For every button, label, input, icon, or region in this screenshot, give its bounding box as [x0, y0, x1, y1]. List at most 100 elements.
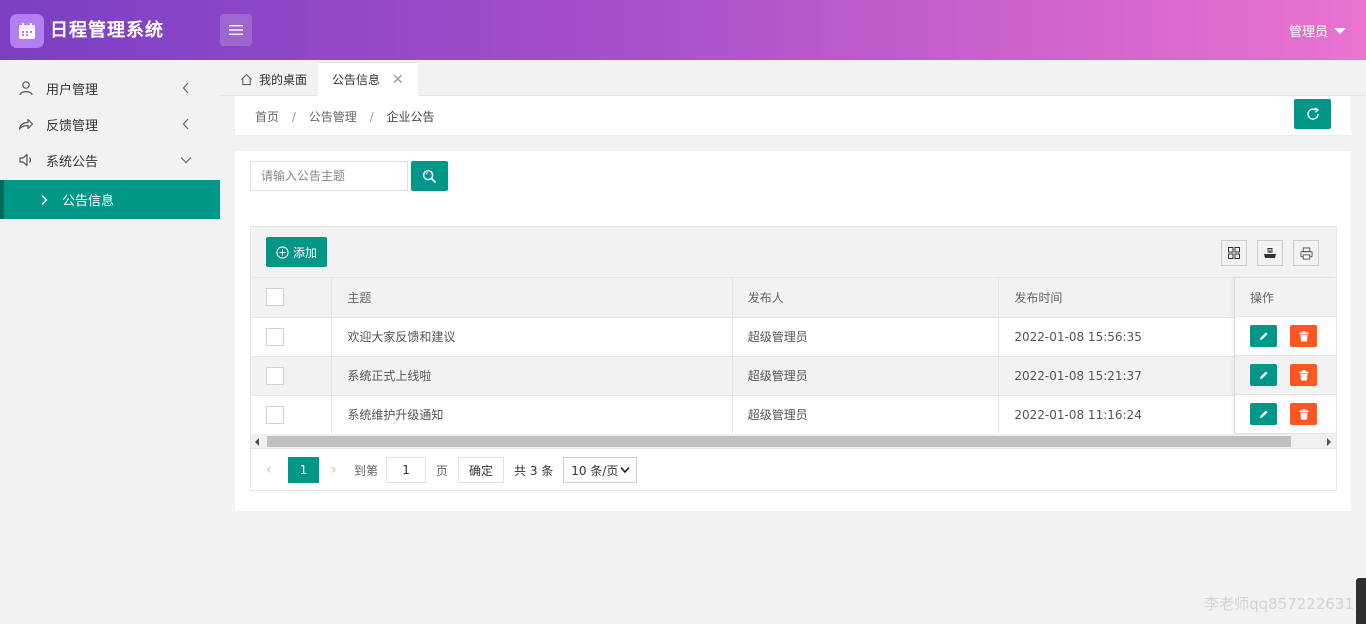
table-header-row: 主题 发布人 发布时间 — [251, 278, 1336, 318]
edit-button[interactable] — [1250, 325, 1277, 347]
cell-publisher: 超级管理员 — [732, 317, 1000, 357]
app-title: 日程管理系统 — [50, 20, 164, 41]
table-row[interactable]: 欢迎大家反馈和建议 超级管理员 2022-01-08 15:56:35 — [251, 317, 1336, 357]
sidebar-item-label: 反馈管理 — [46, 118, 99, 134]
breadcrumb-bar: 首页 / 公告管理 / 企业公告 — [235, 96, 1351, 136]
corner-widget — [1356, 578, 1366, 624]
goto-page-input[interactable] — [386, 457, 427, 483]
page-button-current[interactable]: 1 — [288, 457, 319, 483]
export-icon — [1264, 248, 1276, 258]
sidebar: 用户管理 反馈管理 系统公告 公告信息 — [0, 60, 220, 624]
user-name: 管理员 — [1288, 25, 1328, 40]
prev-page-icon[interactable]: ‹ — [266, 462, 286, 478]
tab-active-label: 公告信息 — [332, 73, 381, 87]
column-header-publisher[interactable]: 发布人 — [732, 278, 1000, 318]
column-header-title[interactable]: 主题 — [331, 278, 733, 318]
trash-icon — [1299, 369, 1308, 380]
breadcrumb-item-current: 企业公告 — [386, 110, 435, 124]
edit-button[interactable] — [1250, 403, 1277, 425]
trash-icon — [1299, 330, 1308, 341]
row-checkbox[interactable] — [266, 327, 284, 346]
page-size-value: 10 条/页 — [571, 463, 619, 478]
table-toolbar: 添加 — [251, 227, 1336, 278]
actions-column: 操作 — [1235, 278, 1336, 434]
cell-title: 系统维护升级通知 — [331, 395, 733, 435]
cell-title: 欢迎大家反馈和建议 — [331, 317, 733, 357]
pencil-icon — [1259, 332, 1267, 340]
cell-title: 系统正式上线啦 — [331, 356, 733, 396]
breadcrumb-item-home[interactable]: 首页 — [255, 110, 279, 124]
columns-filter-button[interactable] — [1221, 240, 1247, 266]
watermark: 李老师qq857222631 — [1204, 595, 1354, 613]
print-button[interactable] — [1293, 240, 1319, 266]
pagination: ‹ 1 › 到第 页 确定 共 3 条 10 条/页 — [251, 450, 1336, 490]
calendar-icon — [10, 14, 44, 48]
scrollbar-thumb[interactable] — [267, 436, 1291, 447]
column-header-time[interactable]: 发布时间 — [998, 278, 1236, 318]
table-row[interactable]: 系统正式上线啦 超级管理员 2022-01-08 15:21:37 — [251, 356, 1336, 396]
goto-label: 到第 — [354, 463, 379, 478]
sidebar-item-label: 用户管理 — [46, 82, 99, 98]
announcement-table: 主题 发布人 发布时间 欢迎大家反馈和建议 超级管理员 2022-01-08 1… — [251, 278, 1336, 435]
main-card: 添加 — [235, 151, 1351, 511]
delete-button[interactable] — [1290, 403, 1317, 425]
row-select-cell — [251, 317, 333, 357]
row-checkbox[interactable] — [266, 366, 284, 385]
select-all-cell — [251, 278, 333, 318]
search-icon — [422, 169, 437, 183]
sidebar-item-feedback-management[interactable]: 反馈管理 — [0, 106, 220, 142]
user-icon — [19, 81, 33, 96]
export-button[interactable] — [1257, 240, 1283, 266]
share-icon — [18, 118, 34, 130]
trash-icon — [1299, 408, 1308, 419]
tab-announcement-info[interactable]: 公告信息 ✕ — [318, 62, 418, 96]
confirm-goto-button[interactable]: 确定 — [458, 457, 505, 483]
home-icon — [241, 73, 252, 85]
sidebar-item-user-management[interactable]: 用户管理 — [0, 70, 220, 106]
select-all-checkbox[interactable] — [266, 288, 284, 307]
menu-toggle-button[interactable] — [220, 14, 252, 46]
plus-circle-icon — [276, 245, 289, 259]
row-checkbox[interactable] — [266, 405, 284, 424]
scroll-right-icon[interactable] — [1327, 438, 1331, 446]
sidebar-subitem-label: 公告信息 — [62, 194, 115, 209]
breadcrumb-separator: / — [369, 110, 374, 124]
search-input[interactable] — [250, 161, 408, 191]
data-table-container: 添加 主题 发布人 发布时间 欢迎大家反馈和建议 超级管理员 2022-01-0… — [250, 226, 1337, 491]
delete-button[interactable] — [1290, 325, 1317, 347]
pencil-icon — [1259, 371, 1267, 379]
chevron-down-icon — [620, 466, 630, 474]
row-actions — [1235, 317, 1336, 356]
column-header-actions: 操作 — [1235, 278, 1336, 317]
edit-button[interactable] — [1250, 364, 1277, 386]
page-word: 页 — [436, 463, 449, 478]
refresh-icon — [1306, 107, 1319, 120]
cell-time: 2022-01-08 15:56:35 — [998, 317, 1236, 357]
row-select-cell — [251, 356, 333, 396]
table-row[interactable]: 系统维护升级通知 超级管理员 2022-01-08 11:16:24 — [251, 395, 1336, 435]
sidebar-item-system-announcement[interactable]: 系统公告 — [0, 142, 220, 178]
tab-home[interactable]: 我的桌面 — [226, 62, 321, 96]
row-select-cell — [251, 395, 333, 435]
columns-icon — [1228, 247, 1240, 259]
top-header: 日程管理系统 管理员 — [0, 0, 1366, 60]
add-button[interactable]: 添加 — [266, 237, 327, 267]
search-button[interactable] — [411, 161, 448, 191]
sidebar-item-label: 系统公告 — [46, 154, 99, 170]
print-icon — [1299, 246, 1313, 260]
chevron-left-icon — [182, 118, 189, 130]
row-actions — [1235, 395, 1336, 434]
total-count: 共 3 条 — [514, 463, 554, 478]
delete-button[interactable] — [1290, 364, 1317, 386]
user-menu[interactable]: 管理员 — [1289, 21, 1346, 40]
sidebar-subitem-announcement-info[interactable]: 公告信息 — [0, 180, 220, 219]
refresh-button[interactable] — [1294, 99, 1331, 129]
close-icon[interactable]: ✕ — [392, 72, 404, 88]
horizontal-scrollbar[interactable] — [251, 434, 1336, 449]
chevron-down-icon — [180, 157, 192, 164]
breadcrumb-item-announcement-management[interactable]: 公告管理 — [309, 110, 357, 124]
next-page-icon[interactable]: › — [331, 462, 351, 478]
scroll-left-icon[interactable] — [255, 438, 259, 446]
row-actions — [1235, 356, 1336, 395]
page-size-select[interactable]: 10 条/页 — [563, 457, 638, 483]
